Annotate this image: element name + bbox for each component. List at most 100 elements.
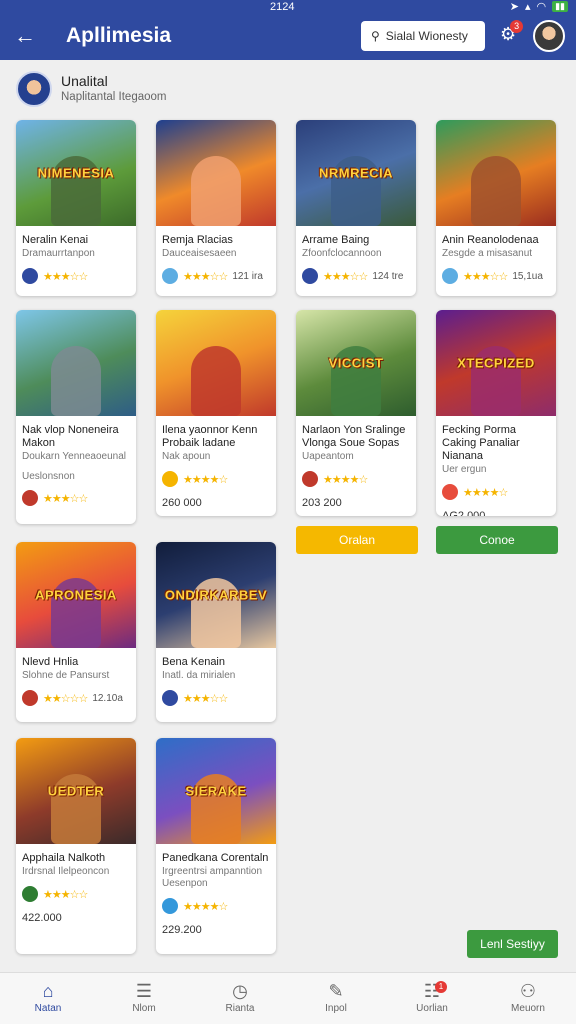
game-subtitle: Irgreentrsi ampanntion Uesenpon (162, 866, 263, 889)
game-card[interactable]: UEDTER Apphaila Nalkoth Irdrsnal Ilelpeonc… (16, 738, 136, 954)
game-title: Bena Kenain (162, 656, 225, 668)
game-thumbnail[interactable]: NIMENESIA (16, 120, 136, 226)
signal-icon: ▴ (524, 1, 531, 13)
game-subtitle: Doukarn Yenneaoeunal (22, 451, 126, 462)
game-thumbnail[interactable]: UEDTER (16, 738, 136, 844)
game-title: Anin Reanolodenaa (442, 234, 539, 246)
game-price: 229.200 (162, 924, 202, 936)
developer-icon (302, 471, 318, 487)
notification-badge: 3 (510, 20, 524, 33)
game-card[interactable]: Anin Reanolodenaa Zesgde a misasanut ★★★☆☆… (436, 120, 556, 296)
game-thumbnail[interactable]: NRMRECIA (296, 120, 416, 226)
game-thumbnail[interactable] (156, 310, 276, 416)
character-figure (51, 346, 101, 416)
developer-icon (442, 268, 458, 284)
avatar[interactable] (533, 20, 565, 52)
developer-icon (22, 886, 38, 902)
bottom-nav: ⌂ Natan ☰ Nlom ◷ Rianta ✎ Inpol ☷ Uorlian 1 ⚇ Meuorn (0, 972, 576, 1024)
game-card[interactable]: ONDIRKARBEV Bena Kenain Inatl. da mirialen… (156, 542, 276, 722)
game-card[interactable]: NIMENESIA Neralin Kenai Dramaurrtanpon ★★★☆… (16, 120, 136, 296)
game-thumbnail[interactable]: APRONESIA (16, 542, 136, 648)
developer-icon (22, 690, 38, 706)
game-price: 12.10a (92, 692, 123, 704)
nav-label: Rianta (225, 1003, 255, 1014)
game-title: Arrame Baing (302, 234, 370, 246)
game-price: 121 ira (232, 270, 263, 282)
bottom-action-button[interactable]: Lenl Sestiyy (467, 930, 558, 958)
game-card[interactable]: APRONESIA Nlevd Hnlia Slohne de Pansurst ★★… (16, 542, 136, 722)
game-price: 260 000 (162, 497, 202, 509)
rating-stars: ★★☆☆☆ (43, 692, 88, 705)
game-subtitle: Dramaurrtanpon (22, 248, 95, 259)
back-arrow-icon[interactable]: ← (14, 24, 36, 48)
game-title: Narlaon Yon Sralinge Vlonga Soue Sopas (302, 424, 406, 449)
rating-stars: ★★★☆☆ (43, 888, 88, 901)
nav-label: Natan (34, 1003, 62, 1014)
rating-row: ★★★☆☆ 124 tre (296, 260, 416, 284)
nav-label: Meuorn (511, 1003, 545, 1014)
character-figure (471, 156, 521, 226)
game-title: Ilena yaonnor Kenn Probaik ladane (162, 424, 258, 449)
notification-icon[interactable]: ⚙ 3 (500, 20, 524, 45)
status-bar: 2124 ➤ ▴ ◠ ▮▮ (0, 0, 576, 14)
game-thumbnail[interactable]: ONDIRKARBEV (156, 542, 276, 648)
game-title: Panedkana Corentaln (162, 852, 269, 864)
status-icons: ➤ ▴ ◠ ▮▮ (510, 0, 568, 13)
rating-stars: ★★★☆☆ (183, 692, 228, 705)
list-icon: ☰ (135, 981, 153, 1001)
search-input[interactable]: ⚲ Sialal Wionesty (361, 21, 485, 51)
game-subtitle: Nak apoun (162, 451, 211, 462)
game-card[interactable]: Remja Rlacias Dauceaisesaeen ★★★☆☆ 121 ira (156, 120, 276, 296)
user-icon: ⚇ (519, 981, 537, 1001)
game-logo-text: ONDIRKARBEV (164, 587, 268, 603)
home-icon: ⌂ (42, 981, 54, 1001)
game-price: 203 200 (302, 497, 342, 509)
orange-button[interactable]: Oralan (296, 526, 418, 554)
game-title: Fecking Porma Caking Panaliar Nianana (442, 424, 520, 462)
game-subtitle: Zesgde a misasanut (442, 248, 533, 259)
nav-item-rianta[interactable]: ◷ Rianta (192, 973, 288, 1024)
developer-icon (442, 484, 458, 500)
rating-stars: ★★★★☆ (183, 473, 228, 486)
developer-icon (162, 471, 178, 487)
rating-row: ★★★★☆ (296, 463, 416, 487)
rating-stars: ★★★☆☆ (463, 270, 508, 283)
rating-stars: ★★★☆☆ (43, 270, 88, 283)
rating-row: ★★★☆☆ 121 ira (156, 260, 276, 284)
rating-row: ★★★☆☆ (16, 482, 136, 506)
game-card[interactable]: NRMRECIA Arrame Baing Zfoonfclocannoon ★★★☆… (296, 120, 416, 296)
nav-label: Uorlian (416, 1003, 448, 1014)
game-thumbnail[interactable] (436, 120, 556, 226)
game-card[interactable]: XTECPIZED Fecking Porma Caking Panaliar N… (436, 310, 556, 516)
nav-item-nlom[interactable]: ☰ Nlom (96, 973, 192, 1024)
game-price: AG2 000 (442, 510, 486, 516)
green-button[interactable]: Conoe (436, 526, 558, 554)
game-subtitle: Uer ergun (442, 464, 487, 475)
inbox-icon: ☷ (423, 981, 441, 1001)
game-card[interactable]: VICCIST Narlaon Yon Sralinge Vlonga Soue … (296, 310, 416, 516)
nav-item-inpol[interactable]: ✎ Inpol (288, 973, 384, 1024)
rating-stars: ★★★★☆ (463, 486, 508, 499)
developer-icon (22, 268, 38, 284)
rating-row: ★★☆☆☆ 12.10a (16, 682, 136, 706)
profile-name: Unalital (61, 73, 108, 89)
game-thumbnail[interactable]: VICCIST (296, 310, 416, 416)
game-logo-text: NRMRECIA (318, 165, 394, 181)
profile-subtitle: Naplitantal Itegaoom (61, 91, 167, 103)
nav-label: Inpol (325, 1003, 347, 1014)
game-subtitle: Inatl. da mirialen (162, 670, 236, 681)
game-card[interactable]: SIERAKE Panedkana Corentaln Irgreentrsi am… (156, 738, 276, 954)
app-bar: ← Apllimesia ⚲ Sialal Wionesty ⚙ 3 (0, 14, 576, 60)
nav-item-meuorn[interactable]: ⚇ Meuorn (480, 973, 576, 1024)
game-card[interactable]: Ilena yaonnor Kenn Probaik ladane Nak apo… (156, 310, 276, 516)
game-card[interactable]: Nak vlop Noneneira Makon Doukarn Yenneaoe… (16, 310, 136, 524)
rating-row: ★★★☆☆ (16, 260, 136, 284)
game-thumbnail[interactable]: XTECPIZED (436, 310, 556, 416)
profile-avatar[interactable] (16, 71, 52, 107)
nav-item-uorlian[interactable]: ☷ Uorlian 1 (384, 973, 480, 1024)
game-thumbnail[interactable] (16, 310, 136, 416)
game-thumbnail[interactable] (156, 120, 276, 226)
game-logo-text: NIMENESIA (37, 165, 115, 181)
nav-item-natan[interactable]: ⌂ Natan (0, 973, 96, 1024)
game-thumbnail[interactable]: SIERAKE (156, 738, 276, 844)
